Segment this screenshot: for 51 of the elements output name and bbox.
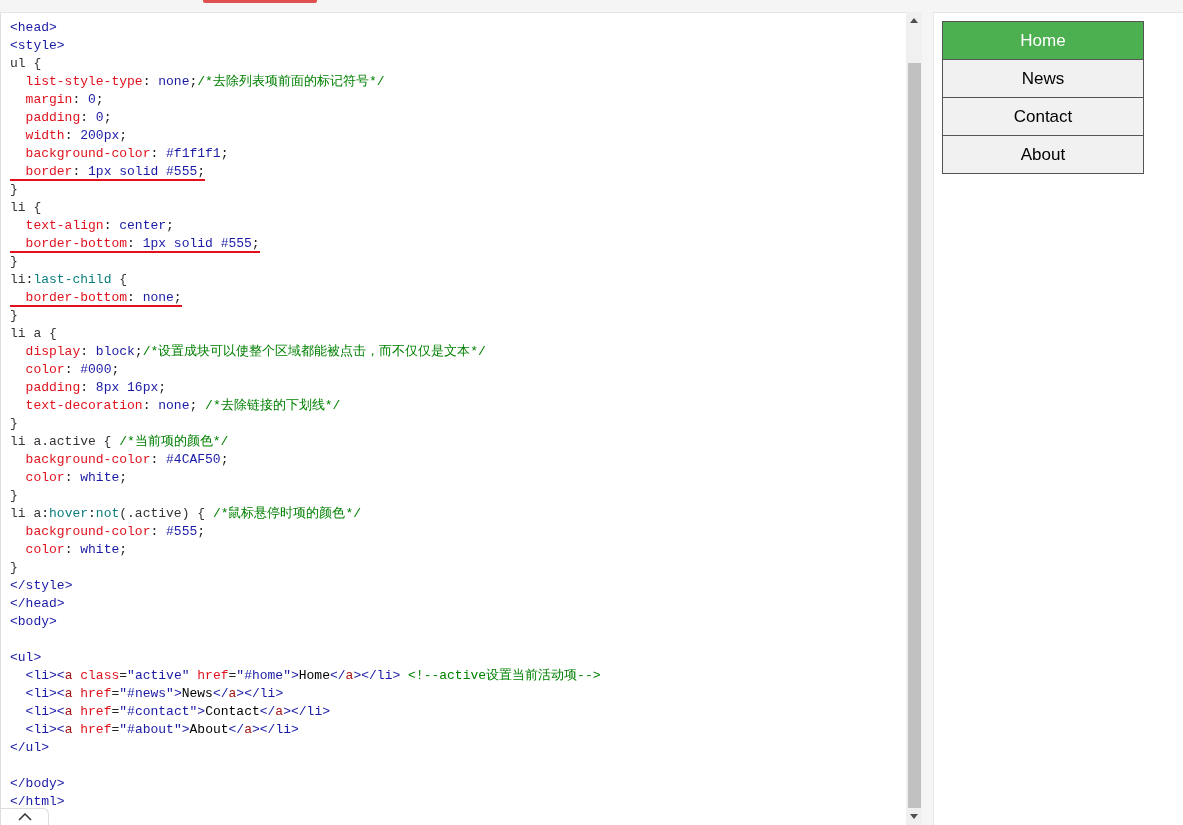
code-line: padding: 8px 16px;: [24, 379, 167, 397]
code-line: li a:hover:not(.active) { /*鼠标悬停时项的颜色*/: [10, 505, 362, 523]
code-line: }: [10, 253, 18, 271]
code-line: border: 1px solid #555;: [10, 163, 206, 181]
code-line: color: white;: [24, 469, 128, 487]
code-line: border-bottom: none;: [10, 289, 182, 307]
code-line: background-color: #f1f1f1;: [24, 145, 229, 163]
code-line: <head>: [10, 19, 57, 37]
code-line: list-style-type: none;/*去除列表项前面的标记符号*/: [24, 73, 385, 91]
code-line: <li><a href="#news">News</a></li>: [24, 685, 284, 703]
code-line: }: [10, 415, 18, 433]
scrollbar[interactable]: [906, 12, 922, 825]
code-line: <style>: [10, 37, 65, 55]
code-line: background-color: #555;: [24, 523, 206, 541]
scroll-down-icon[interactable]: [910, 814, 918, 819]
code-line: }: [10, 307, 18, 325]
code-line: <li><a class="active" href="#home">Home</a></li> <!--active设置当前活动项-->: [24, 667, 601, 685]
code-line: }: [10, 181, 18, 199]
code-line: color: #000;: [24, 361, 120, 379]
code-line: </head>: [10, 595, 65, 613]
code-line: width: 200px;: [24, 127, 128, 145]
nav-link[interactable]: Contact: [943, 98, 1143, 136]
code-line: li a {: [10, 325, 57, 343]
code-line: padding: 0;: [24, 109, 112, 127]
code-line: <li><a href="#contact">Contact</a></li>: [24, 703, 330, 721]
code-line: color: white;: [24, 541, 128, 559]
code-line: </body>: [10, 775, 65, 793]
code-line: ul {: [10, 55, 42, 73]
code-line: display: block;/*设置成块可以使整个区域都能被点击，而不仅仅是文本*/: [24, 343, 486, 361]
code-line: text-align: center;: [24, 217, 174, 235]
code-line: li {: [10, 199, 42, 217]
scrollbar-thumb[interactable]: [907, 63, 921, 808]
code-line: li a.active { /*当前项的颜色*/: [10, 433, 229, 451]
nav-link[interactable]: News: [943, 60, 1143, 98]
code-line: margin: 0;: [24, 91, 104, 109]
code-line: </ul>: [10, 739, 50, 757]
caret-up-icon: [17, 813, 32, 821]
code-line: <body>: [10, 613, 57, 631]
code-line: </style>: [10, 577, 73, 595]
code-line: border-bottom: 1px solid #555;: [10, 235, 260, 253]
scroll-up-icon[interactable]: [910, 18, 918, 23]
code-line: <li><a href="#about">About</a></li>: [24, 721, 299, 739]
code-line: li:last-child {: [10, 271, 128, 289]
nav-link[interactable]: About: [943, 136, 1143, 173]
code-line: }: [10, 559, 18, 577]
code-line: </html>: [10, 793, 65, 811]
code-line: text-decoration: none; /*去除链接的下划线*/: [24, 397, 341, 415]
collapse-button[interactable]: [1, 808, 49, 825]
code-line: background-color: #4CAF50;: [24, 451, 229, 469]
code-line: <ul>: [10, 649, 42, 667]
code-line: }: [10, 487, 18, 505]
